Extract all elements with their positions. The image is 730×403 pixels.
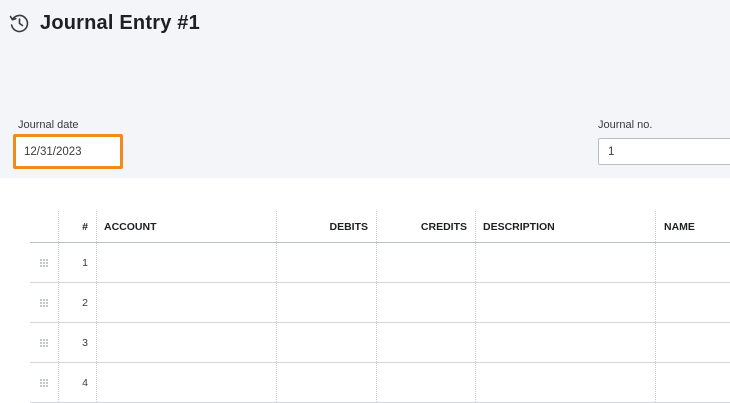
account-cell[interactable] [96,323,276,362]
drag-handle-icon[interactable] [30,323,58,362]
column-header-account: ACCOUNT [96,211,276,242]
credits-cell[interactable] [376,363,475,402]
journal-no-label: Journal no. [598,119,653,131]
name-cell[interactable] [655,283,730,322]
account-cell[interactable] [96,363,276,402]
drag-handle-icon[interactable] [30,283,58,322]
drag-handle-icon[interactable] [30,243,58,282]
row-number: 2 [58,283,96,322]
description-cell[interactable] [475,283,655,322]
debits-cell[interactable] [276,283,376,322]
journal-date-highlight [13,134,123,169]
debits-cell[interactable] [276,323,376,362]
row-number: 1 [58,243,96,282]
drag-handle-icon[interactable] [30,363,58,402]
description-cell[interactable] [475,243,655,282]
table-row[interactable]: 4 [30,363,730,403]
row-number: 3 [58,323,96,362]
description-cell[interactable] [475,323,655,362]
credits-cell[interactable] [376,243,475,282]
row-number: 4 [58,363,96,402]
journal-lines-table: # ACCOUNT DEBITS CREDITS DESCRIPTION NAM… [30,211,730,403]
table-header-row: # ACCOUNT DEBITS CREDITS DESCRIPTION NAM… [30,211,730,243]
name-cell[interactable] [655,323,730,362]
header-handle-cell [30,211,58,242]
page-title: Journal Entry #1 [40,11,200,34]
description-cell[interactable] [475,363,655,402]
credits-cell[interactable] [376,283,475,322]
column-header-name: NAME [655,211,730,242]
title-row: Journal Entry #1 [8,10,200,36]
column-header-credits: CREDITS [376,211,475,242]
name-cell[interactable] [655,243,730,282]
name-cell[interactable] [655,363,730,402]
journal-date-label: Journal date [18,119,79,131]
header-area: Journal Entry #1 Journal date Journal no… [0,0,730,178]
debits-cell[interactable] [276,243,376,282]
table-row[interactable]: 1 [30,243,730,283]
history-icon[interactable] [8,12,30,34]
table-row[interactable]: 3 [30,323,730,363]
debits-cell[interactable] [276,363,376,402]
column-header-debits: DEBITS [276,211,376,242]
journal-date-input[interactable] [20,141,116,162]
table-row[interactable]: 2 [30,283,730,323]
credits-cell[interactable] [376,323,475,362]
column-header-description: DESCRIPTION [475,211,655,242]
account-cell[interactable] [96,283,276,322]
column-header-number: # [58,211,96,242]
journal-no-input[interactable] [598,138,730,165]
account-cell[interactable] [96,243,276,282]
